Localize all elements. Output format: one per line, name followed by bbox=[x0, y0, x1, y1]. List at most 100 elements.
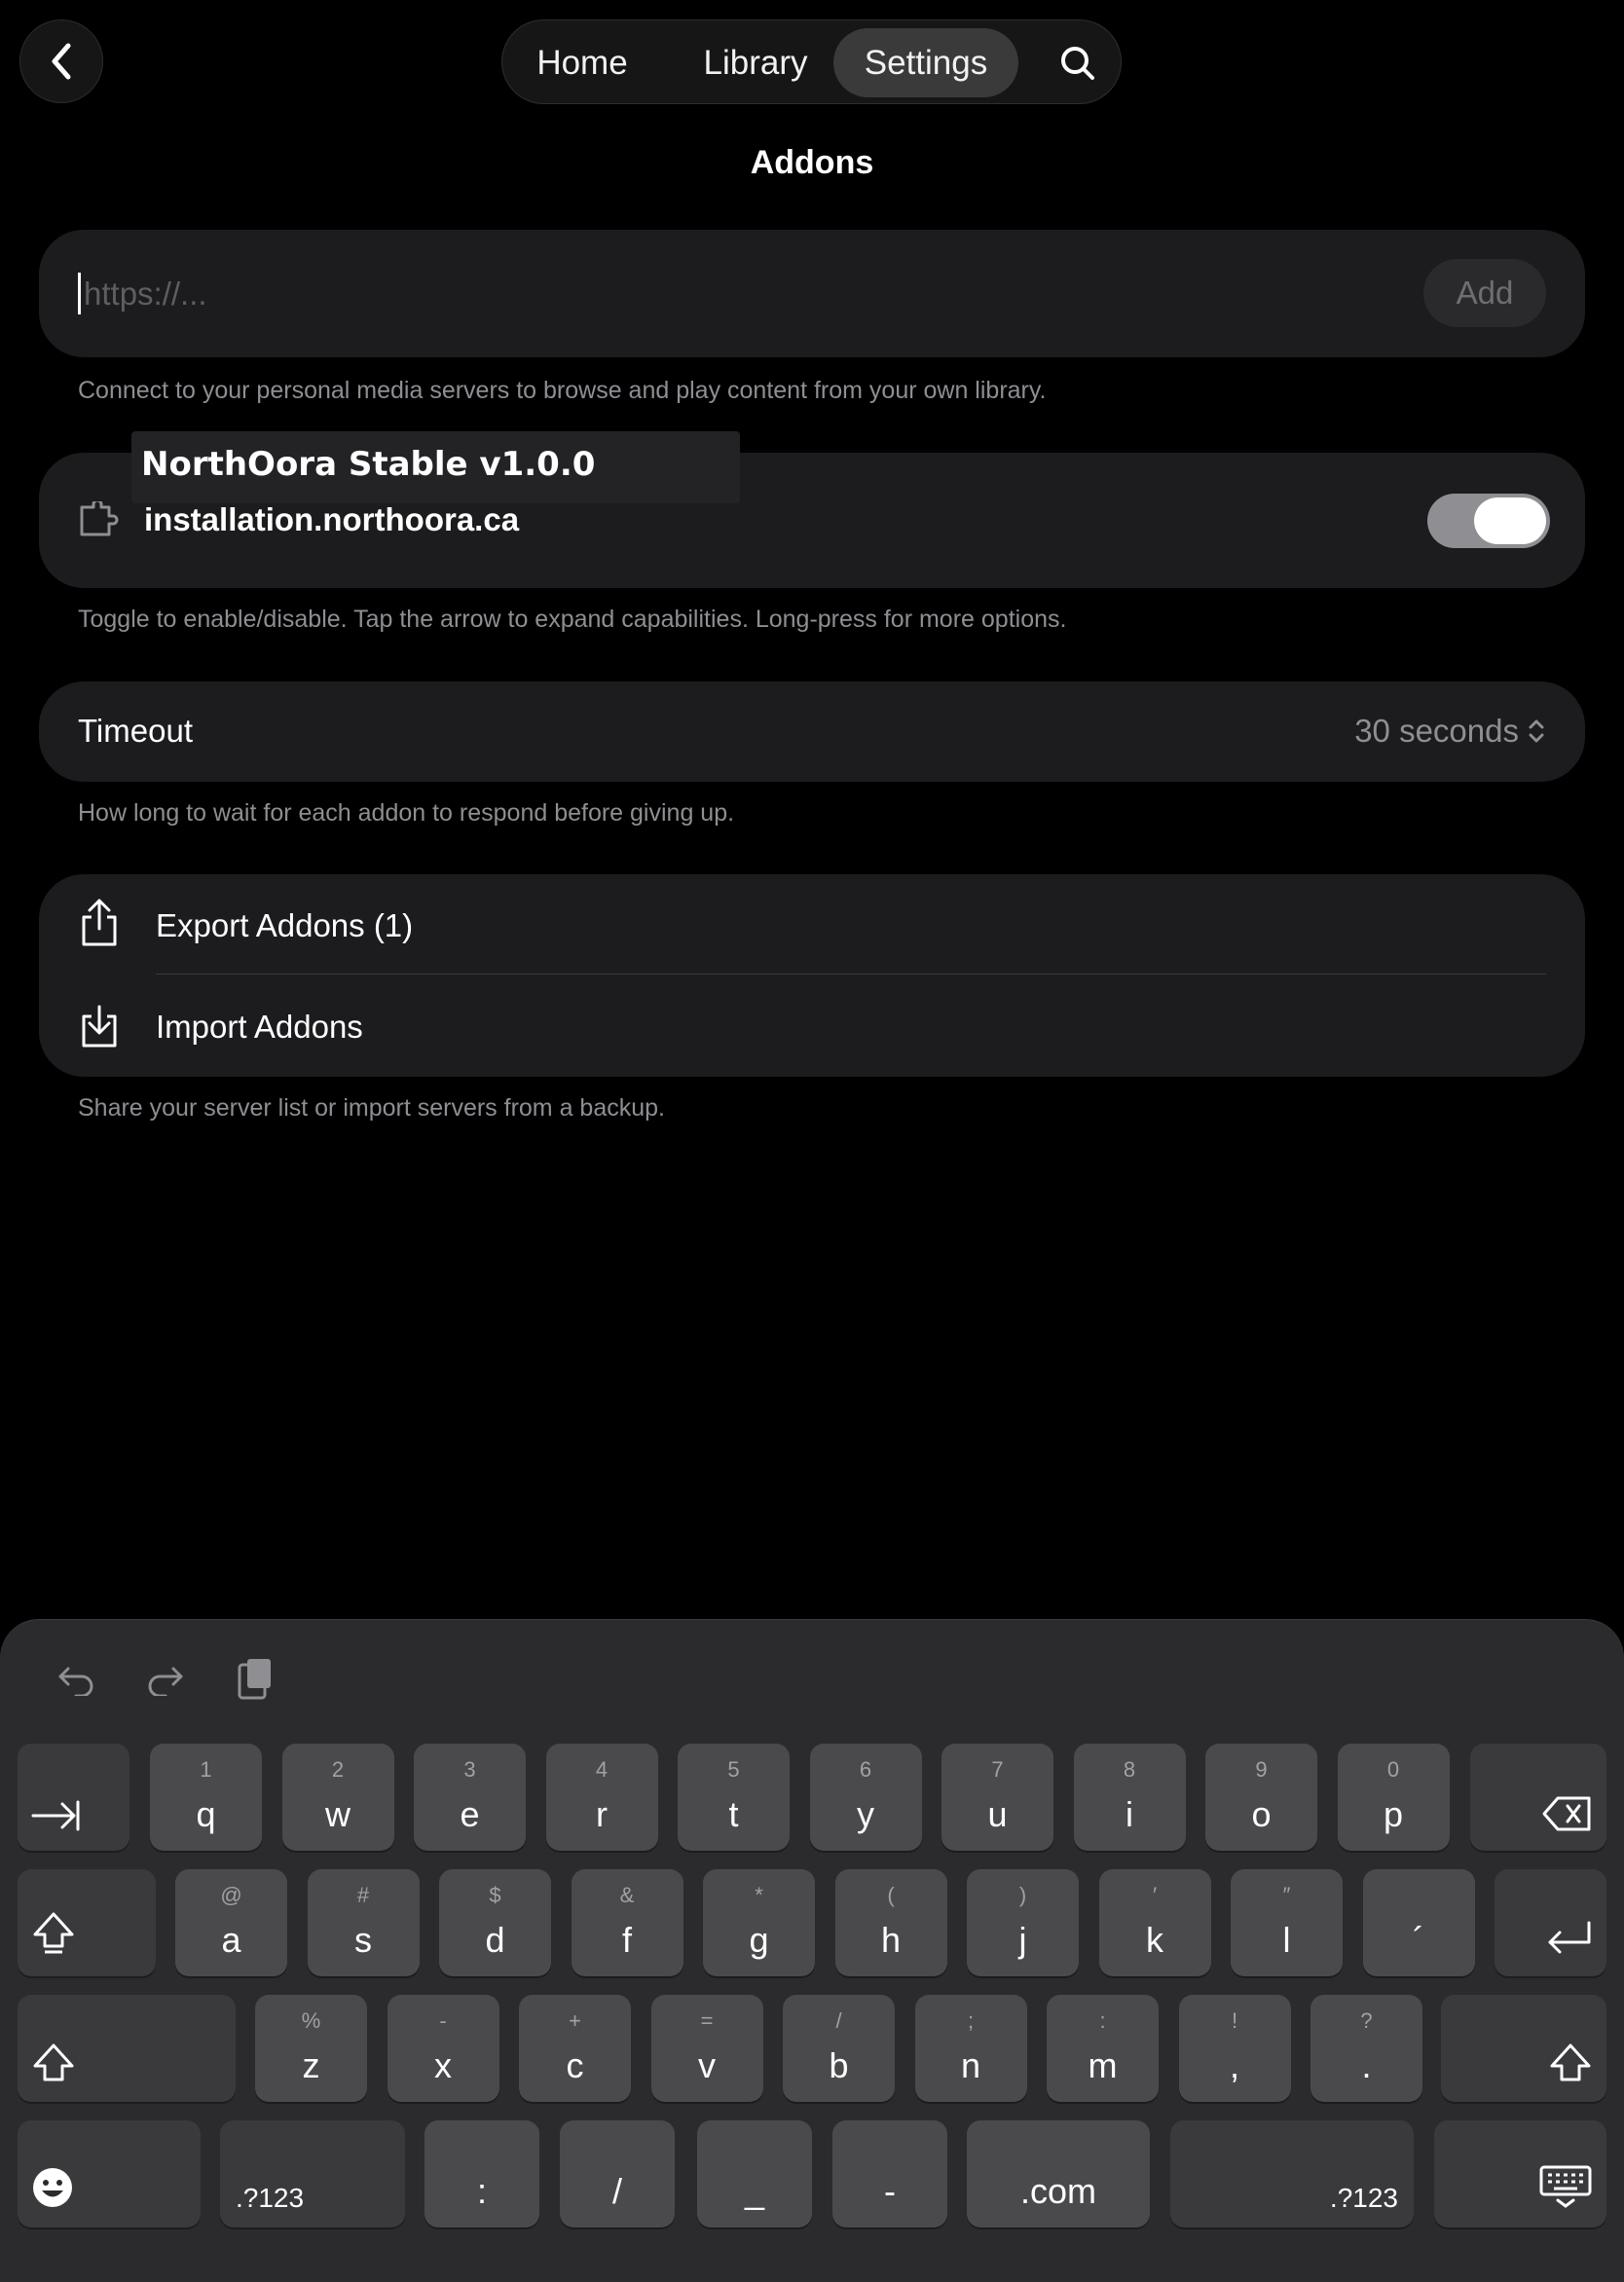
key-u[interactable]: 7u bbox=[941, 1744, 1053, 1851]
key-a[interactable]: @ a bbox=[175, 1869, 287, 1976]
key-y[interactable]: 6y bbox=[809, 1744, 922, 1851]
key-q[interactable]: 1q bbox=[150, 1744, 262, 1851]
key-main-label: o bbox=[1251, 1794, 1272, 1834]
key-main-label: p bbox=[1383, 1794, 1404, 1834]
addon-url-input[interactable] bbox=[78, 265, 1427, 323]
key-k[interactable]: ′ k bbox=[1098, 1869, 1211, 1976]
key-sub-label: 6 bbox=[859, 1757, 872, 1782]
key-r[interactable]: 4r bbox=[545, 1744, 658, 1851]
key-b[interactable]: / b bbox=[783, 1995, 895, 2102]
clipboard-button[interactable] bbox=[226, 1649, 284, 1708]
key-g[interactable]: * g bbox=[703, 1869, 815, 1976]
delete-key[interactable] bbox=[1470, 1744, 1606, 1851]
key-main-label: k bbox=[1146, 1920, 1163, 1960]
back-button[interactable] bbox=[19, 19, 103, 103]
timeout-row[interactable]: Timeout 30 seconds bbox=[39, 681, 1585, 782]
dotcom-key-label: .com bbox=[1019, 2171, 1096, 2211]
key-m[interactable]: :m bbox=[1047, 1995, 1159, 2102]
share-icon bbox=[78, 898, 121, 953]
key-main-label: c bbox=[566, 2045, 584, 2085]
export-addons-button[interactable]: Export Addons (1) bbox=[39, 874, 1585, 975]
import-addons-button[interactable]: Import Addons bbox=[39, 975, 1585, 1077]
colon-key-label: : bbox=[476, 2171, 487, 2211]
key-main-label: d bbox=[485, 1920, 505, 1960]
key-i[interactable]: 8i bbox=[1073, 1744, 1186, 1851]
key-main-label: . bbox=[1361, 2045, 1372, 2085]
search-button[interactable] bbox=[1043, 28, 1112, 97]
addon-name-tooltip: NorthOora Stable v1.0.0 bbox=[131, 431, 740, 503]
key-d[interactable]: $ d bbox=[439, 1869, 551, 1976]
key-sub-label: 3 bbox=[463, 1757, 476, 1782]
key-j[interactable]: ) j bbox=[967, 1869, 1079, 1976]
shift-right-key[interactable] bbox=[1441, 1995, 1606, 2102]
key-main-label: r bbox=[596, 1794, 608, 1834]
tab-home[interactable]: Home bbox=[524, 28, 641, 97]
dotcom-key[interactable]: .com bbox=[967, 2120, 1150, 2227]
key-sub-label: - bbox=[439, 2008, 447, 2033]
key-t[interactable]: 5t bbox=[678, 1744, 790, 1851]
undo-button[interactable] bbox=[47, 1649, 105, 1708]
key-main-label: v bbox=[698, 2045, 716, 2085]
key-period[interactable]: ?. bbox=[1310, 1995, 1422, 2102]
slash-key-label: / bbox=[611, 2171, 622, 2211]
key-c[interactable]: + c bbox=[519, 1995, 631, 2102]
key-sub-label: ( bbox=[887, 1883, 895, 1907]
key-sub-label: 1 bbox=[200, 1757, 212, 1782]
return-icon bbox=[1544, 1919, 1593, 1963]
shift-left-key[interactable] bbox=[18, 1995, 236, 2102]
key-sub-label: 5 bbox=[727, 1757, 740, 1782]
tab-key[interactable] bbox=[18, 1744, 129, 1851]
key-o[interactable]: 9o bbox=[1205, 1744, 1317, 1851]
key-main-label: w bbox=[325, 1794, 351, 1834]
timeout-select[interactable]: 30 seconds bbox=[1354, 713, 1546, 750]
clipboard-icon bbox=[238, 1659, 271, 1700]
key-e[interactable]: 3e bbox=[414, 1744, 526, 1851]
emoji-icon bbox=[31, 2166, 74, 2214]
key-w[interactable]: 2w bbox=[281, 1744, 394, 1851]
caps-lock-key[interactable] bbox=[18, 1869, 156, 1976]
key-sub-label: & bbox=[619, 1883, 635, 1907]
add-button[interactable]: Add bbox=[1423, 259, 1546, 327]
addon-enable-toggle[interactable] bbox=[1427, 494, 1550, 548]
numbers-right-key-label: .?123 bbox=[1329, 2183, 1398, 2213]
key-p[interactable]: 0p bbox=[1337, 1744, 1450, 1851]
io-hint: Share your server list or import servers… bbox=[78, 1094, 665, 1122]
key-l[interactable]: ″ l bbox=[1231, 1869, 1343, 1976]
key-main-label: z bbox=[302, 2045, 320, 2085]
key-z[interactable]: % z bbox=[255, 1995, 367, 2102]
key-f[interactable]: & f bbox=[571, 1869, 683, 1976]
tab-library[interactable]: Library bbox=[687, 28, 824, 97]
numbers-left-key[interactable]: .?123 bbox=[220, 2120, 405, 2227]
tab-icon bbox=[31, 1799, 80, 1837]
key-main-label: m bbox=[1088, 2045, 1118, 2085]
addon-url: installation.northoora.ca bbox=[144, 501, 520, 537]
slash-key[interactable]: / bbox=[560, 2120, 675, 2227]
underscore-key[interactable]: _ bbox=[697, 2120, 812, 2227]
key-comma[interactable]: !, bbox=[1178, 1995, 1291, 2102]
key-sub-label: = bbox=[700, 2008, 714, 2033]
tab-settings[interactable]: Settings bbox=[833, 28, 1018, 97]
key-h[interactable]: (h bbox=[834, 1869, 947, 1976]
key-v[interactable]: = v bbox=[650, 1995, 763, 2102]
key-x[interactable]: -x bbox=[387, 1995, 499, 2102]
toggle-knob bbox=[1474, 497, 1546, 544]
key-sub-label: $ bbox=[489, 1883, 501, 1907]
key-n[interactable]: ; n bbox=[914, 1995, 1027, 2102]
return-key[interactable] bbox=[1495, 1869, 1606, 1976]
colon-key[interactable]: : bbox=[424, 2120, 539, 2227]
key-main-label: j bbox=[1018, 1920, 1027, 1960]
key-sub-label: ′ bbox=[1152, 1883, 1158, 1907]
key-s[interactable]: # s bbox=[307, 1869, 420, 1976]
redo-button[interactable] bbox=[136, 1649, 195, 1708]
key-sub-label: + bbox=[569, 2008, 581, 2033]
key-sub-label: ; bbox=[967, 2008, 975, 2033]
key-main-label: n bbox=[960, 2045, 981, 2085]
dash-key[interactable]: - bbox=[832, 2120, 947, 2227]
puzzle-icon bbox=[78, 498, 121, 545]
emoji-key[interactable] bbox=[18, 2120, 201, 2227]
key-main-label: e bbox=[460, 1794, 480, 1834]
key-´[interactable]: ´ bbox=[1362, 1869, 1475, 1976]
key-main-label: f bbox=[621, 1920, 632, 1960]
numbers-right-key[interactable]: .?123 bbox=[1170, 2120, 1414, 2227]
hide-keyboard-key[interactable] bbox=[1434, 2120, 1606, 2227]
